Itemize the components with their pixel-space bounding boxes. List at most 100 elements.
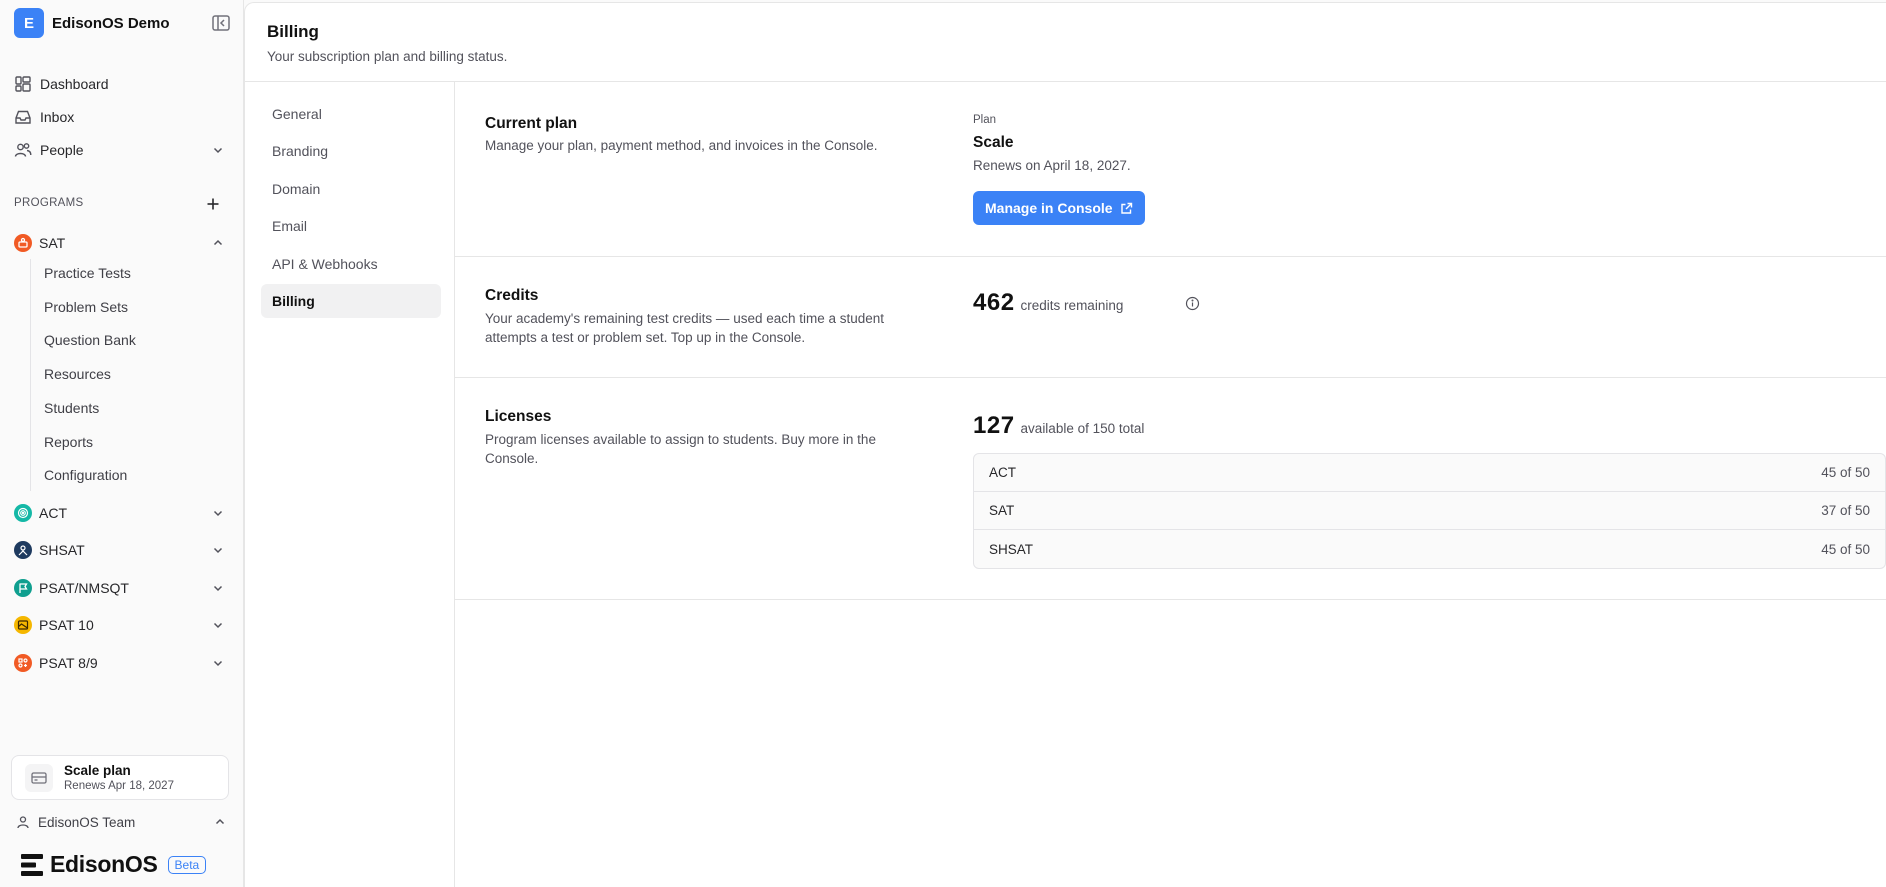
sat-reports[interactable]: Reports <box>44 431 93 453</box>
org-switcher[interactable]: E EdisonOS Demo <box>14 8 230 38</box>
sat-program-icon <box>14 234 32 252</box>
chevron-down-icon[interactable] <box>212 507 224 519</box>
sat-problem-sets[interactable]: Problem Sets <box>44 296 128 318</box>
psat-10-program-icon <box>14 616 32 634</box>
sat-students[interactable]: Students <box>44 397 99 419</box>
settings-nav-billing[interactable]: Billing <box>261 284 441 318</box>
chevron-up-icon[interactable] <box>214 816 226 828</box>
program-psat-nmsqt[interactable]: PSAT/NMSQT <box>14 575 230 601</box>
page-title: Billing <box>267 22 319 41</box>
user-icon <box>16 815 30 829</box>
table-row: SHSAT 45 of 50 <box>974 530 1885 568</box>
settings-nav-domain[interactable]: Domain <box>261 172 441 206</box>
settings-nav-email[interactable]: Email <box>261 209 441 243</box>
plan-card-title: Scale plan <box>64 763 131 778</box>
program-psat-nmsqt-label: PSAT/NMSQT <box>39 580 129 596</box>
licenses-table: ACT 45 of 50 SAT 37 of 50 SHSAT 45 of 50 <box>973 453 1886 569</box>
edisonos-logo <box>20 853 44 877</box>
page-subtitle: Your subscription plan and billing statu… <box>267 49 508 64</box>
nav-inbox-label: Inbox <box>40 109 75 125</box>
program-act[interactable]: ACT <box>14 500 230 526</box>
chevron-down-icon[interactable] <box>212 619 224 631</box>
program-sat-label: SAT <box>39 235 66 251</box>
licenses-section: Licenses Program licenses available to a… <box>455 378 1886 600</box>
plan-renewal-date: Renews on April 18, 2027. <box>973 158 1131 173</box>
shsat-program-icon <box>14 541 32 559</box>
people-icon <box>14 141 32 159</box>
nav-people[interactable]: People <box>14 137 230 163</box>
program-sat[interactable]: SAT <box>14 230 230 256</box>
plan-summary-card[interactable]: Scale plan Renews Apr 18, 2027 <box>11 755 229 800</box>
add-program-plus-icon[interactable] <box>205 196 221 212</box>
sat-question-bank[interactable]: Question Bank <box>44 329 136 351</box>
program-psat-10[interactable]: PSAT 10 <box>14 612 230 638</box>
program-psat-8-9-label: PSAT 8/9 <box>39 655 98 671</box>
team-switcher[interactable]: EdisonOS Team <box>16 812 226 832</box>
psat-8-9-program-icon <box>14 654 32 672</box>
nav-people-label: People <box>40 142 84 158</box>
sat-subnav-rail <box>30 259 31 491</box>
licenses-value: 127 available of 150 total <box>973 412 1144 440</box>
license-program: SAT <box>989 503 1015 518</box>
billing-content: Current plan Manage your plan, payment m… <box>455 82 1886 887</box>
chevron-down-icon[interactable] <box>212 582 224 594</box>
licenses-suffix: available of 150 total <box>1020 421 1145 436</box>
license-usage: 45 of 50 <box>1821 541 1870 557</box>
org-avatar: E <box>14 8 44 38</box>
settings-nav-branding[interactable]: Branding <box>261 134 441 168</box>
plan-card-subtitle: Renews Apr 18, 2027 <box>64 780 174 792</box>
nav-inbox[interactable]: Inbox <box>14 104 230 130</box>
credits-value: 462 credits remaining <box>973 289 1123 317</box>
licenses-desc: Program licenses available to assign to … <box>485 432 876 466</box>
main-panel: Billing Your subscription plan and billi… <box>244 2 1886 887</box>
plan-label: Plan <box>973 114 997 126</box>
credits-section: Credits Your academy's remaining test cr… <box>455 257 1886 378</box>
nav-dashboard-label: Dashboard <box>40 76 109 92</box>
chevron-down-icon[interactable] <box>212 657 224 669</box>
license-program: SHSAT <box>989 541 1034 557</box>
credits-suffix: credits remaining <box>1020 298 1124 313</box>
sidebar-collapse-icon[interactable] <box>212 15 230 31</box>
programs-section-label: PROGRAMS <box>14 197 84 209</box>
chevron-up-icon[interactable] <box>212 237 224 249</box>
manage-in-console-button[interactable]: Manage in Console <box>973 191 1145 225</box>
sidebar: E EdisonOS Demo Dashboard Inbox People P… <box>0 0 244 887</box>
settings-nav-api-webhooks[interactable]: API & Webhooks <box>261 247 441 281</box>
program-act-label: ACT <box>39 505 67 521</box>
psat-nmsqt-program-icon <box>14 579 32 597</box>
current-plan-section: Current plan Manage your plan, payment m… <box>455 82 1886 257</box>
license-program: ACT <box>989 465 1016 480</box>
licenses-title: Licenses <box>485 408 552 425</box>
external-link-icon <box>1113 202 1133 215</box>
license-usage: 37 of 50 <box>1821 503 1870 518</box>
team-name: EdisonOS Team <box>38 814 136 830</box>
nav-dashboard[interactable]: Dashboard <box>14 71 230 97</box>
chevron-down-icon[interactable] <box>212 544 224 556</box>
program-shsat[interactable]: SHSAT <box>14 537 230 563</box>
credits-title: Credits <box>485 287 539 304</box>
brand-footer: EdisonOS Beta <box>20 851 207 878</box>
beta-badge: Beta <box>167 855 207 874</box>
sat-resources[interactable]: Resources <box>44 363 111 385</box>
act-program-icon <box>14 504 32 522</box>
current-plan-desc: Manage your plan, payment method, and in… <box>485 138 878 153</box>
sat-configuration[interactable]: Configuration <box>44 464 127 486</box>
brand-name: EdisonOS <box>50 851 158 877</box>
license-usage: 45 of 50 <box>1821 465 1870 480</box>
licenses-count: 127 <box>973 412 1015 439</box>
program-psat-8-9[interactable]: PSAT 8/9 <box>14 650 230 676</box>
credits-desc: Your academy's remaining test credits — … <box>485 311 885 345</box>
settings-nav: General Branding Domain Email API & Webh… <box>245 82 455 887</box>
chevron-down-icon[interactable] <box>212 144 224 156</box>
manage-in-console-label: Manage in Console <box>985 200 1113 216</box>
credit-card-icon <box>25 763 53 792</box>
program-shsat-label: SHSAT <box>39 542 85 558</box>
table-row: ACT 45 of 50 <box>974 454 1885 492</box>
table-row: SAT 37 of 50 <box>974 492 1885 530</box>
dashboard-icon <box>14 75 32 93</box>
info-icon[interactable] <box>1185 296 1200 311</box>
settings-nav-general[interactable]: General <box>261 97 441 131</box>
sat-practice-tests[interactable]: Practice Tests <box>44 262 131 284</box>
org-name: EdisonOS Demo <box>52 14 170 32</box>
credits-count: 462 <box>973 289 1015 316</box>
